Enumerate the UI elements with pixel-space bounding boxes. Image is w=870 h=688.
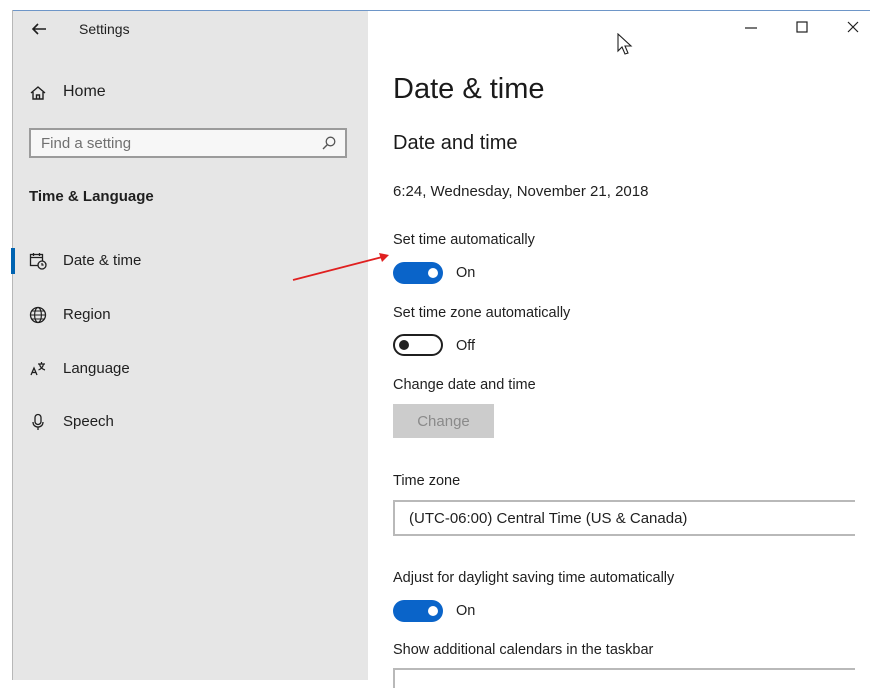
microphone-icon [32,413,44,430]
search-box[interactable] [29,128,347,158]
search-input[interactable] [31,130,331,156]
set-timezone-auto-state: Off [456,338,476,354]
window-title: Settings [79,21,130,37]
page-title: Date & time [393,73,545,105]
main-content: Date & time Date and time 6:24, Wednesda… [368,11,870,688]
sidebar-item-speech[interactable]: Speech [13,405,368,439]
sidebar-item-language[interactable]: Language [13,352,368,386]
annotation-arrow-icon [292,253,389,281]
sidebar-item-label: Speech [63,413,114,430]
current-datetime: 6:24, Wednesday, November 21, 2018 [393,183,649,200]
time-zone-value: (UTC-06:00) Central Time (US & Canada) [409,510,688,527]
sidebar-item-label: Language [63,360,130,377]
toggle-knob [428,268,438,278]
section-title: Time & Language [29,188,154,205]
sidebar-item-region[interactable]: Region [13,298,368,332]
mouse-cursor-icon [617,33,633,55]
sidebar: Settings Home Time & Language Date & tim… [11,11,368,680]
time-zone-label: Time zone [393,473,461,489]
back-arrow-icon[interactable] [29,19,49,39]
globe-icon [29,306,47,324]
change-date-label: Change date and time [393,377,536,393]
toggle-knob [428,606,438,616]
set-timezone-auto-label: Set time zone automatically [393,305,571,321]
calendar-clock-icon [29,253,47,270]
daylight-label: Adjust for daylight saving time automati… [393,570,675,586]
time-zone-dropdown[interactable]: (UTC-06:00) Central Time (US & Canada) [393,500,855,536]
change-button[interactable]: Change [393,404,494,438]
calendars-label: Show additional calendars in the taskbar [393,642,654,658]
language-icon [30,362,46,376]
search-icon[interactable] [321,135,337,151]
daylight-state: On [456,603,476,619]
section-heading: Date and time [393,132,518,154]
set-time-auto-toggle[interactable] [393,262,443,284]
home-icon[interactable] [29,84,47,102]
set-time-auto-label: Set time automatically [393,232,535,248]
calendars-dropdown[interactable] [393,668,855,688]
set-time-auto-state: On [456,265,476,281]
home-link[interactable]: Home [63,83,106,101]
sidebar-item-label: Date & time [63,252,142,269]
toggle-knob [399,340,409,350]
set-timezone-auto-toggle[interactable] [393,334,443,356]
sidebar-item-label: Region [63,306,111,323]
daylight-toggle[interactable] [393,600,443,622]
